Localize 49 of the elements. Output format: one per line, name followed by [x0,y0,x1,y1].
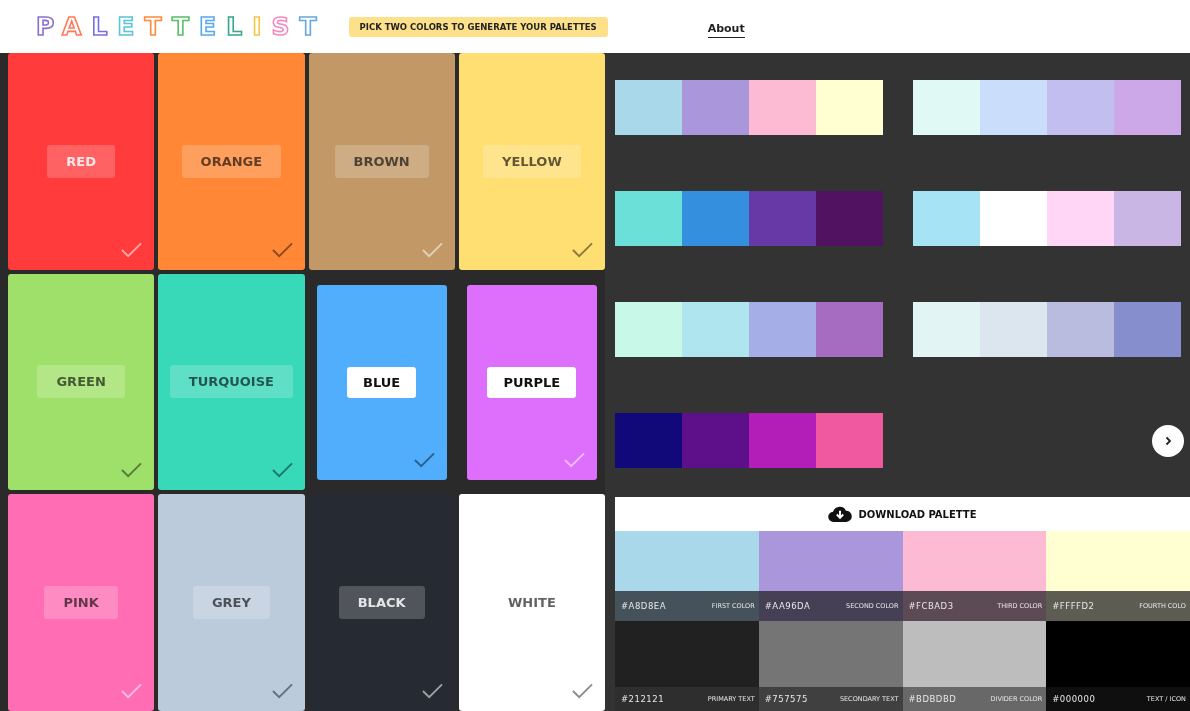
color-label: GREY [192,586,270,620]
palette[interactable] [615,191,883,246]
color-label: BROWN [334,144,429,178]
tagline: PICK TWO COLORS TO GENERATE YOUR PALETTES [348,16,608,37]
color-card[interactable]: WHITE [458,494,605,711]
chevron-right-icon [1163,436,1173,446]
checkmark-icon [271,683,293,699]
checkmark-icon [121,462,143,479]
color-label: BLUE [347,367,417,398]
color-card[interactable]: GREEN [8,273,155,491]
color-label: TURQUOISE [169,365,293,399]
checkmark-icon [271,241,293,258]
color-card[interactable]: ORANGE [158,53,305,270]
color-card[interactable]: BLUE [316,284,447,481]
hex-code: #A8D8EA [621,601,666,611]
color-card[interactable]: GREY [158,494,305,711]
color-card[interactable]: YELLOW [458,53,605,270]
checkmark-icon [572,683,593,699]
color-card[interactable]: BROWN [308,53,455,270]
hex-code: #AA96DA [764,601,811,611]
color-label: BLACK [338,586,425,620]
checkmark-icon [121,241,143,258]
color-label: YELLOW [482,144,581,178]
color-label: GREEN [37,365,125,399]
hex-code: #000000 [1052,694,1096,704]
color-card[interactable]: TURQUOISE [158,273,305,491]
color-label: ORANGE [181,144,282,178]
hex-code: #212121 [621,694,665,704]
color-card[interactable]: PURPLE [466,284,597,481]
about-link[interactable]: About [707,22,745,38]
color-label: PURPLE [487,367,577,398]
checkmark-icon [421,683,443,699]
hex-code: #FFFFD2 [1052,601,1095,611]
checkmark-icon [421,241,443,258]
color-label: RED [47,144,115,178]
color-card[interactable]: PINK [8,494,155,711]
checkmark-icon [271,462,293,479]
palette[interactable] [615,413,883,468]
hex-code: #FCBAD3 [908,601,954,611]
checkmark-icon [572,241,593,258]
hex-code: #BDBDBD [908,694,957,704]
checkmark-icon [413,452,435,469]
hex-code: #757575 [764,694,808,704]
checkmark-icon [121,683,143,699]
color-card[interactable]: BLACK [308,494,455,711]
cloud-download-icon [828,505,853,523]
checkmark-icon [564,452,585,469]
next-button[interactable] [1152,425,1184,457]
color-label: PINK [44,586,118,620]
